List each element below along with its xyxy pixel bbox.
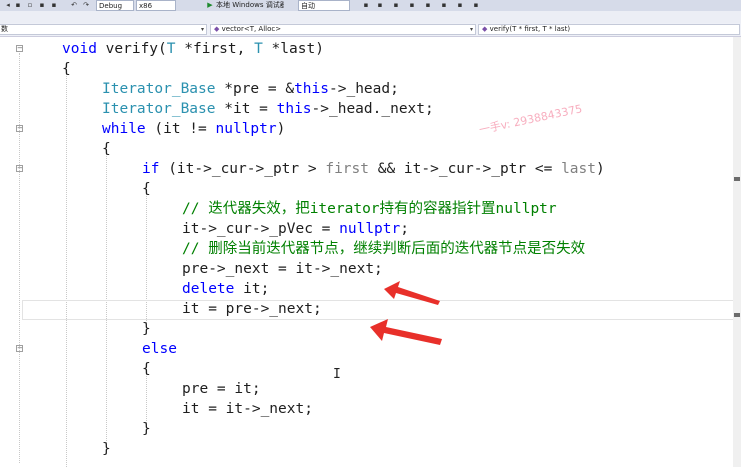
member-combo-label: verify(T * first, T * last) bbox=[489, 25, 571, 33]
project-combo-label: 数 bbox=[1, 25, 8, 33]
scrollbar-marker bbox=[734, 313, 740, 317]
annotation-arrow bbox=[370, 319, 442, 345]
chevron-down-icon: ▾ bbox=[200, 26, 204, 33]
toolbar-icon-4[interactable]: ▪ bbox=[408, 1, 416, 9]
config-combo[interactable]: Debug bbox=[96, 0, 134, 11]
toolbar-icon-1[interactable]: ▪ bbox=[362, 1, 370, 9]
start-debug-icon[interactable]: ▶ bbox=[206, 1, 214, 9]
chevron-down-icon: ▾ bbox=[469, 26, 473, 33]
new-icon[interactable]: ▪ bbox=[14, 1, 22, 9]
save-all-icon[interactable]: ▪ bbox=[50, 1, 58, 9]
scrollbar-marker bbox=[734, 177, 740, 181]
project-combo[interactable]: 数 ▾ bbox=[0, 24, 207, 35]
annotation-arrow bbox=[384, 281, 440, 305]
navigation-bar: 数 ▾ ◆ vector<T, Alloc> ▾ ◆ verify(T * fi… bbox=[0, 23, 741, 37]
redo-icon[interactable]: ↷ bbox=[82, 1, 90, 9]
method-icon: ◆ bbox=[482, 25, 488, 33]
scope-combo[interactable]: ◆ vector<T, Alloc> ▾ bbox=[210, 24, 476, 35]
run-mode-combo[interactable]: 自动 bbox=[298, 0, 350, 11]
toolbar-icon-7[interactable]: ▪ bbox=[456, 1, 464, 9]
text-cursor-icon: I bbox=[333, 367, 341, 382]
code-editor[interactable]: − − − − void verify(T *first, T *last) {… bbox=[0, 37, 741, 467]
toolbar-icon-6[interactable]: ▪ bbox=[440, 1, 448, 9]
save-icon[interactable]: ▪ bbox=[38, 1, 46, 9]
undo-icon[interactable]: ↶ bbox=[70, 1, 78, 9]
toolbar-icon-8[interactable]: ▪ bbox=[472, 1, 480, 9]
member-combo[interactable]: ◆ verify(T * first, T * last) bbox=[478, 24, 740, 35]
toolbar-icon-3[interactable]: ▪ bbox=[392, 1, 400, 9]
back-icon[interactable]: ◂ bbox=[4, 1, 12, 9]
toolbar-icon-5[interactable]: ▪ bbox=[424, 1, 432, 9]
scope-combo-label: vector<T, Alloc> bbox=[221, 25, 282, 33]
platform-combo[interactable]: x86 bbox=[136, 0, 176, 11]
annotation-layer bbox=[370, 281, 442, 345]
toolbar-icon-2[interactable]: ▪ bbox=[376, 1, 384, 9]
open-icon[interactable]: ▫ bbox=[26, 1, 34, 9]
start-debug-button[interactable]: 本地 Windows 调试器 bbox=[216, 0, 284, 11]
class-icon: ◆ bbox=[214, 25, 220, 33]
vertical-scrollbar[interactable] bbox=[733, 37, 741, 467]
